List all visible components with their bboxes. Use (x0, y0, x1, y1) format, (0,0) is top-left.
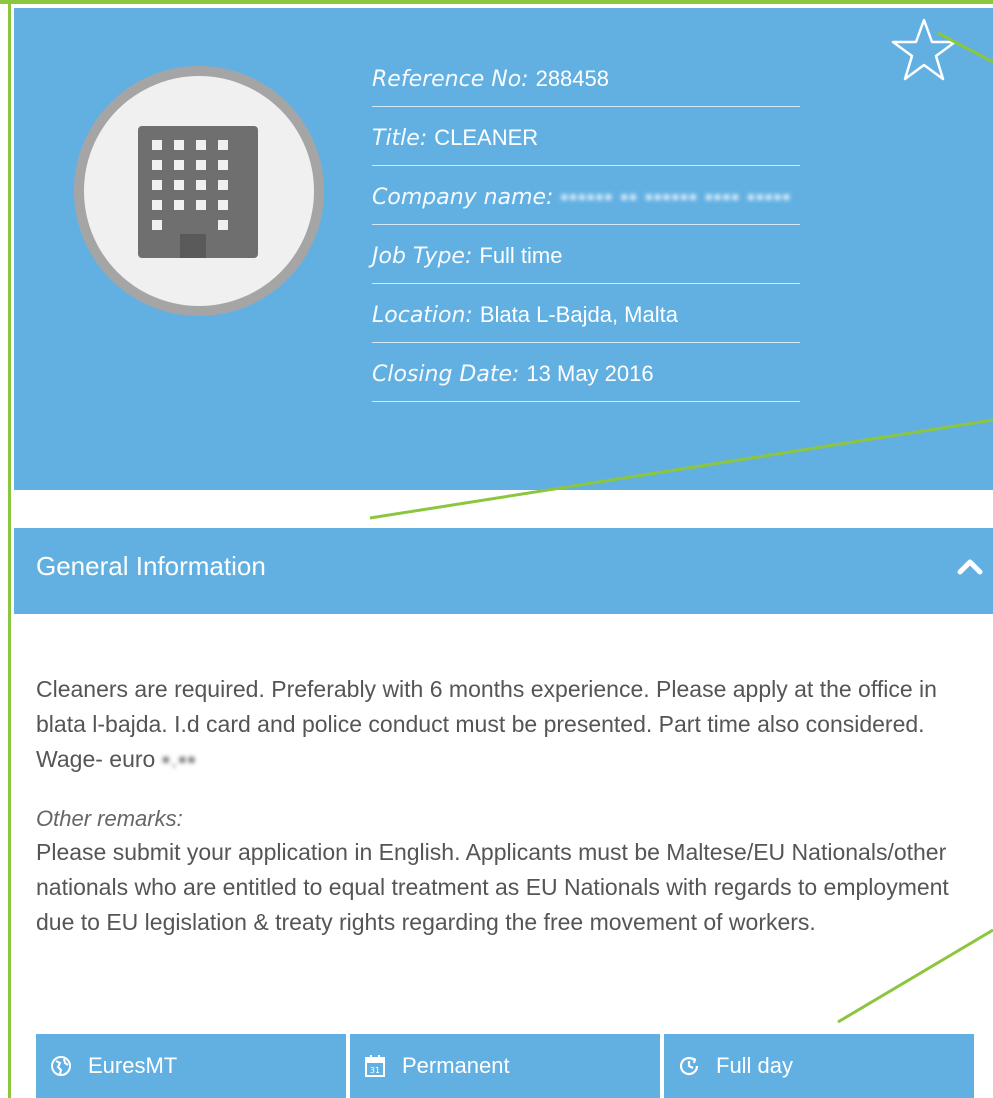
building-icon (138, 126, 258, 258)
other-remarks-text: Please submit your application in Englis… (36, 839, 949, 935)
job-header-card: Reference No: 288458 Title: CLEANER Comp… (14, 8, 993, 490)
title-value: CLEANER (434, 125, 539, 150)
tag-full-day-label: Full day (716, 1053, 794, 1078)
closing-date-row: Closing Date: 13 May 2016 (372, 359, 800, 402)
closing-date-value: 13 May 2016 (526, 361, 654, 386)
company-row: Company name: ▪▪▪▪▪▪ ▪▪ ▪▪▪▪▪▪ ▪▪▪▪ ▪▪▪▪… (372, 182, 800, 225)
tag-permanent[interactable]: 31 Permanent (350, 1034, 660, 1098)
general-information-content: Cleaners are required. Preferably with 6… (36, 672, 986, 940)
star-outline-icon[interactable] (890, 16, 958, 84)
clock-icon (679, 1056, 699, 1076)
title-row: Title: CLEANER (372, 123, 800, 166)
calendar-icon: 31 (365, 1055, 385, 1077)
location-value: Blata L-Bajda, Malta (479, 302, 678, 327)
wage-redacted: ▪.▪▪ (161, 746, 197, 772)
frame-top-line (0, 0, 993, 4)
company-logo (74, 66, 324, 316)
closing-date-label: Closing Date: (372, 362, 520, 387)
job-details-list: Reference No: 288458 Title: CLEANER Comp… (372, 64, 800, 418)
job-tags: EuresMT 31 Permanent Full day (36, 1034, 986, 1098)
job-type-label: Job Type: (372, 244, 473, 269)
reference-value: 288458 (535, 66, 609, 91)
tag-euresmt-label: EuresMT (88, 1053, 178, 1078)
job-type-value: Full time (479, 243, 563, 268)
job-description: Cleaners are required. Preferably with 6… (36, 672, 986, 777)
location-row: Location: Blata L-Bajda, Malta (372, 300, 800, 343)
job-type-row: Job Type: Full time (372, 241, 800, 284)
tag-euresmt[interactable]: EuresMT (36, 1034, 346, 1098)
reference-label: Reference No: (372, 67, 529, 92)
company-value-redacted: ▪▪▪▪▪▪ ▪▪ ▪▪▪▪▪▪ ▪▪▪▪ ▪▪▪▪▪ (560, 184, 792, 209)
company-label: Company name: (372, 185, 554, 210)
other-remarks-label: Other remarks: (36, 806, 183, 831)
globe-icon (51, 1056, 71, 1076)
tag-full-day[interactable]: Full day (664, 1034, 974, 1098)
frame-left-line (8, 0, 11, 1098)
annotation-line-tags (837, 928, 993, 1024)
location-label: Location: (372, 303, 473, 328)
general-information-title: General Information (36, 551, 266, 581)
reference-row: Reference No: 288458 (372, 64, 800, 107)
tag-permanent-label: Permanent (402, 1053, 510, 1078)
general-information-toggle[interactable]: General Information (14, 528, 993, 614)
chevron-up-icon[interactable] (957, 557, 983, 575)
svg-text:31: 31 (370, 1066, 380, 1075)
title-label: Title: (372, 126, 428, 151)
